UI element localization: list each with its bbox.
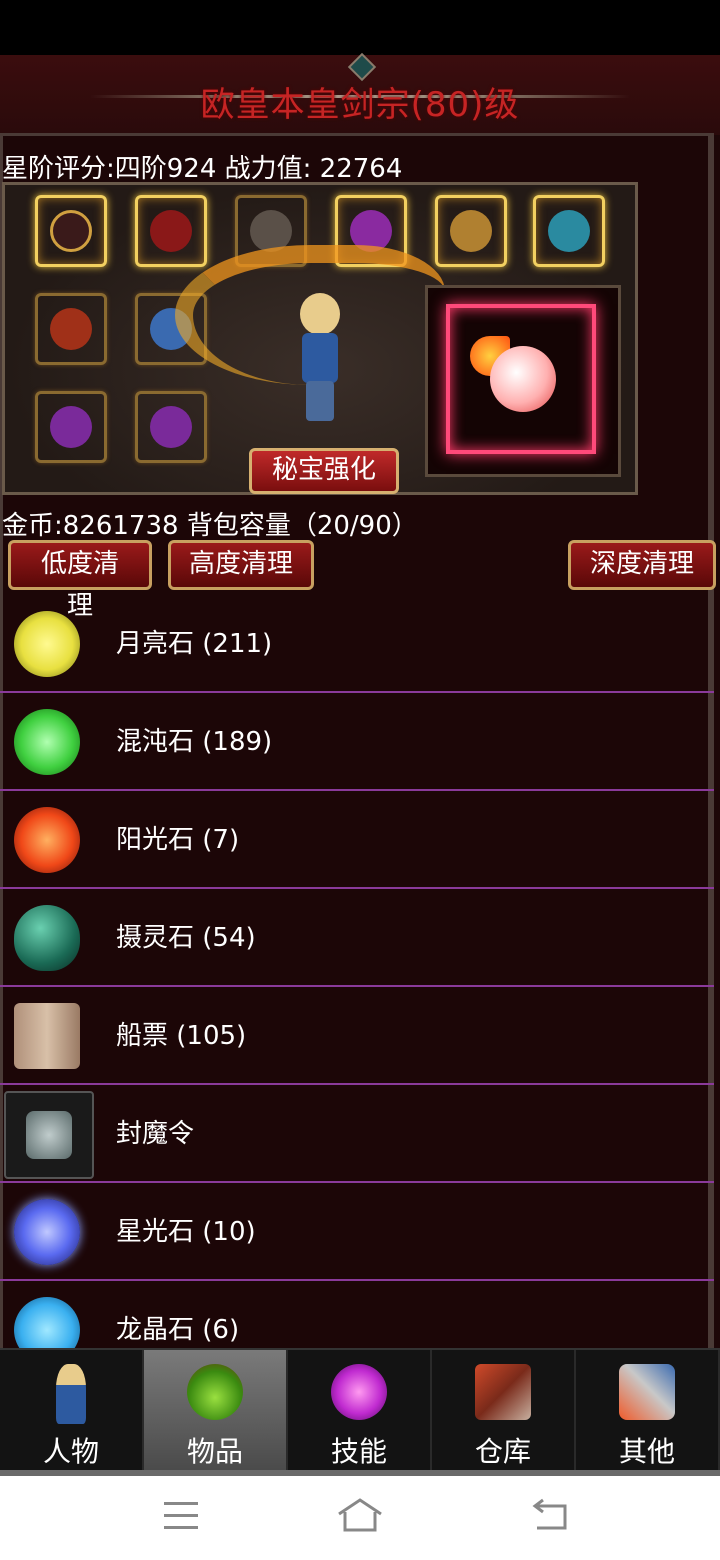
boots-slot[interactable] xyxy=(435,195,507,267)
character-icon xyxy=(56,1364,86,1424)
system-nav-bar xyxy=(0,1476,720,1560)
character-avatar xyxy=(290,293,350,423)
tab-label: 人物 xyxy=(42,1435,99,1468)
potion-icon xyxy=(187,1364,243,1420)
chaos-stone-icon xyxy=(14,709,80,775)
pet-frame[interactable] xyxy=(425,285,621,477)
ring-slot-1[interactable] xyxy=(35,391,107,463)
mask-slot[interactable] xyxy=(135,195,207,267)
game-screen: 欧皇本皇剑宗(80)级 星阶评分:四阶924 战力值: 22764 秘宝强化 金… xyxy=(0,52,720,1472)
title-bar: 欧皇本皇剑宗(80)级 xyxy=(0,52,720,135)
tab-character[interactable]: 人物 xyxy=(0,1350,144,1472)
low-clean-button[interactable]: 低度清理 xyxy=(8,540,152,621)
pet-icon xyxy=(490,346,556,412)
character-title: 欧皇本皇剑宗(80)级 xyxy=(200,85,520,125)
ring-slot-2[interactable] xyxy=(135,391,207,463)
gold-bag-capacity: 金币:8261738 背包容量（20/90） xyxy=(2,511,418,541)
warehouse-icon xyxy=(475,1364,531,1420)
menu-icon[interactable] xyxy=(158,1496,208,1536)
list-item[interactable]: 船票 (105) xyxy=(0,987,714,1085)
moonstone-icon xyxy=(14,611,80,677)
misc-icon xyxy=(619,1364,675,1420)
item-name: 摄灵石 (54) xyxy=(116,923,256,953)
ship-ticket-icon xyxy=(14,1003,80,1069)
tab-skills[interactable]: 技能 xyxy=(288,1350,432,1472)
soul-stone-icon xyxy=(14,905,80,971)
list-item[interactable]: 混沌石 (189) xyxy=(0,693,714,791)
secret-enhance-button[interactable]: 秘宝强化 xyxy=(249,448,399,494)
tab-items[interactable]: 物品 xyxy=(144,1350,288,1472)
list-item[interactable]: 星光石 (10) xyxy=(0,1183,714,1281)
tab-warehouse[interactable]: 仓库 xyxy=(432,1350,576,1472)
item-name: 混沌石 (189) xyxy=(116,727,273,757)
list-item[interactable]: 封魔令 xyxy=(0,1085,714,1183)
star-rating-power: 星阶评分:四阶924 战力值: 22764 xyxy=(2,154,403,184)
tab-label: 物品 xyxy=(186,1435,243,1468)
list-item[interactable]: 摄灵石 (54) xyxy=(0,889,714,987)
seal-token-icon xyxy=(4,1091,94,1179)
skill-orb-icon xyxy=(331,1364,387,1420)
item-name: 船票 (105) xyxy=(116,1021,247,1051)
sword-slot[interactable] xyxy=(35,293,107,365)
dragon-crystal-icon xyxy=(14,1297,80,1348)
tab-other[interactable]: 其他 xyxy=(576,1350,720,1472)
item-name: 星光石 (10) xyxy=(116,1217,256,1247)
sunstone-icon xyxy=(14,807,80,873)
bottom-tab-bar: 人物 物品 技能 仓库 其他 xyxy=(0,1348,720,1472)
tab-label: 仓库 xyxy=(474,1435,531,1468)
list-item[interactable]: 阳光石 (7) xyxy=(0,791,714,889)
list-item[interactable]: 月亮石 (211) xyxy=(0,595,714,693)
helmet-slot[interactable] xyxy=(35,195,107,267)
starlight-stone-icon xyxy=(14,1199,80,1265)
item-name: 龙晶石 (6) xyxy=(116,1315,240,1345)
item-list[interactable]: 月亮石 (211) 混沌石 (189) 阳光石 (7) 摄灵石 (54) 船票 … xyxy=(0,595,714,1348)
deep-clean-button[interactable]: 深度清理 xyxy=(568,540,716,590)
list-item[interactable]: 龙晶石 (6) xyxy=(0,1281,714,1348)
tab-label: 技能 xyxy=(330,1435,387,1468)
status-bar xyxy=(0,0,720,55)
equipment-panel: 秘宝强化 xyxy=(2,182,638,495)
item-name: 封魔令 xyxy=(116,1119,195,1149)
back-icon[interactable] xyxy=(525,1496,575,1536)
tab-label: 其他 xyxy=(618,1435,675,1468)
item-name: 阳光石 (7) xyxy=(116,825,240,855)
high-clean-button[interactable]: 高度清理 xyxy=(168,540,314,590)
item-name: 月亮石 (211) xyxy=(116,629,273,659)
mount-slot[interactable] xyxy=(533,195,605,267)
home-icon[interactable] xyxy=(335,1496,385,1536)
